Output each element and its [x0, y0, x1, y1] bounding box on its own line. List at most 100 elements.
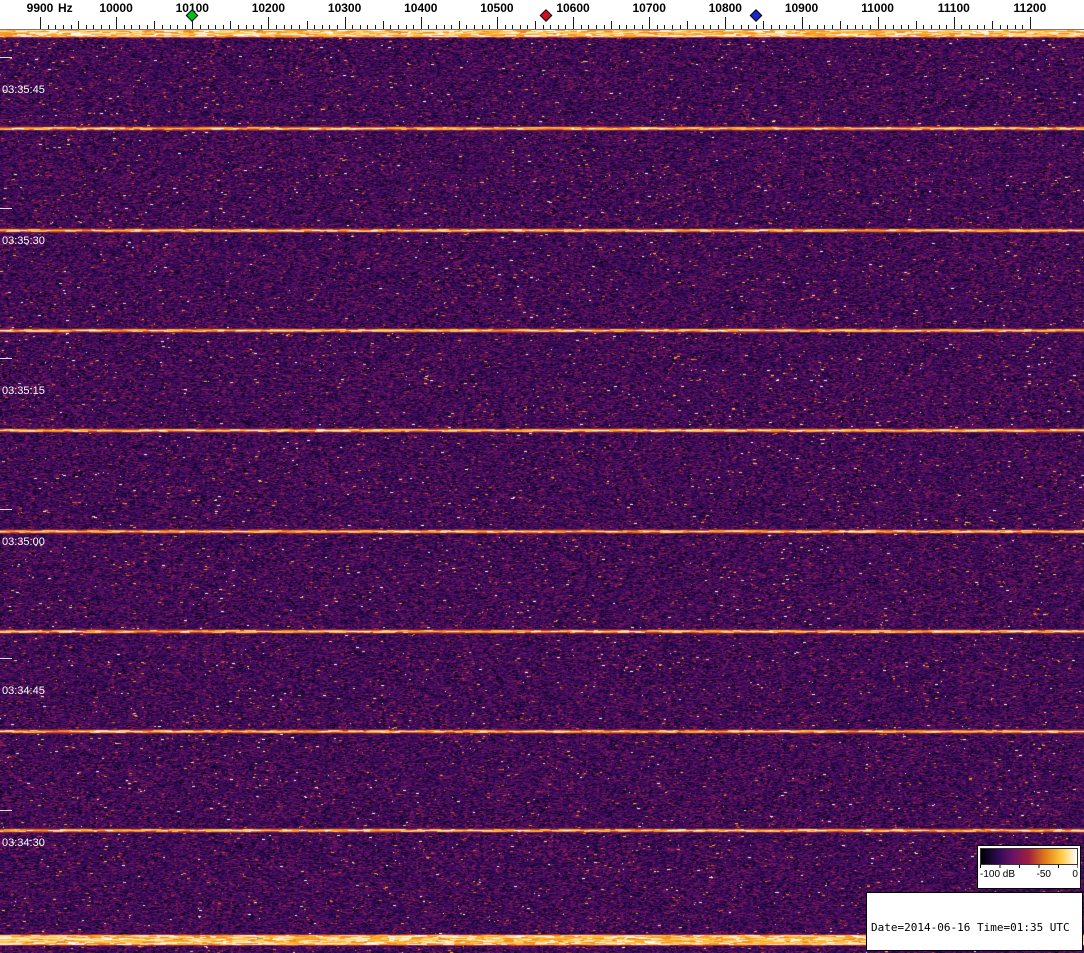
ruler-tick: [223, 25, 224, 29]
ruler-tick: [657, 25, 658, 29]
ruler-tick: [817, 25, 818, 29]
ruler-tick: [451, 25, 452, 29]
freq-label: 11100: [938, 1, 970, 15]
ruler-tick: [550, 25, 551, 29]
red-diamond-marker-icon[interactable]: [540, 9, 553, 22]
legend-label-mid: -50: [1037, 869, 1051, 880]
ruler-tick: [436, 25, 437, 29]
legend-label-max: 0: [1072, 869, 1078, 880]
ruler-tick: [177, 25, 178, 29]
ruler-tick: [299, 25, 300, 29]
freq-label: 10400: [404, 1, 437, 15]
ruler-tick: [794, 25, 795, 29]
ruler-tick: [543, 25, 544, 29]
ruler-tick: [185, 25, 186, 29]
frequency-ruler[interactable]: 9900 10000 10100 10200 10300 10400 10500 10600 1…: [0, 0, 1084, 30]
freq-label: 10800: [709, 1, 742, 15]
ruler-tick: [870, 25, 871, 29]
ruler-tick: [626, 25, 627, 29]
ruler-tick: [413, 25, 414, 29]
time-label: 03:35:15: [2, 385, 45, 397]
waterfall-display[interactable]: [0, 30, 1084, 953]
ruler-tick: [322, 25, 323, 29]
legend-label-min: -100 dB: [980, 869, 1015, 880]
ruler-tick: [619, 25, 620, 29]
ruler-tick: [961, 25, 962, 29]
info-date-line: Date=2014-06-16 Time=01:35 UTC: [871, 921, 1078, 934]
ruler-tick: [1007, 25, 1008, 29]
ruler-tick: [48, 25, 49, 29]
ruler-tick: [101, 25, 102, 29]
ruler-tick: [276, 25, 277, 29]
ruler-tick: [78, 21, 79, 29]
spectrum-waterfall-app: 9900 10000 10100 10200 10300 10400 10500 10600 1…: [0, 0, 1084, 953]
ruler-tick: [124, 25, 125, 29]
ruler-tick: [147, 25, 148, 29]
time-label: 03:35:45: [2, 84, 45, 96]
ruler-tick: [55, 25, 56, 29]
ruler-tick: [230, 21, 231, 29]
ruler-tick: [984, 25, 985, 29]
ruler-tick: [786, 25, 787, 29]
ruler-tick: [459, 21, 460, 29]
color-scale-gradient: [980, 848, 1078, 865]
ruler-tick: [482, 25, 483, 29]
freq-label: 10600: [556, 1, 589, 15]
ruler-tick: [847, 25, 848, 29]
time-label: 03:34:30: [2, 837, 45, 849]
freq-label: 10900: [785, 1, 818, 15]
ruler-tick: [855, 25, 856, 29]
ruler-tick: [93, 25, 94, 29]
ruler-tick: [992, 21, 993, 29]
ruler-tick: [390, 25, 391, 29]
freq-label: 10300: [328, 1, 361, 15]
ruler-tick: [131, 25, 132, 29]
ruler-tick: [116, 17, 117, 29]
ruler-tick: [284, 25, 285, 29]
ruler-tick: [40, 17, 41, 29]
ruler-tick: [710, 25, 711, 29]
ruler-tick: [840, 21, 841, 29]
ruler-tick: [893, 25, 894, 29]
ruler-tick: [946, 25, 947, 29]
ruler-tick: [170, 25, 171, 29]
ruler-tick: [1000, 25, 1001, 29]
ruler-tick: [109, 25, 110, 29]
ruler-tick: [725, 17, 726, 29]
time-tick: [0, 658, 12, 659]
freq-label: 10700: [633, 1, 666, 15]
ruler-tick: [505, 25, 506, 29]
ruler-tick: [672, 25, 673, 29]
ruler-tick: [809, 25, 810, 29]
ruler-tick: [345, 17, 346, 29]
ruler-tick: [360, 25, 361, 29]
ruler-tick: [375, 25, 376, 29]
ruler-tick: [200, 25, 201, 29]
ruler-tick: [86, 25, 87, 29]
ruler-tick: [337, 25, 338, 29]
ruler-tick: [268, 17, 269, 29]
ruler-tick: [756, 25, 757, 29]
ruler-tick: [802, 17, 803, 29]
blue-diamond-marker-icon[interactable]: [749, 9, 762, 22]
ruler-tick: [466, 25, 467, 29]
time-tick: [0, 509, 12, 510]
ruler-tick: [687, 21, 688, 29]
freq-unit-label: Hz: [58, 1, 73, 15]
ruler-tick: [703, 25, 704, 29]
ruler-tick: [444, 25, 445, 29]
ruler-tick: [931, 25, 932, 29]
ruler-tick: [329, 25, 330, 29]
ruler-tick: [969, 25, 970, 29]
ruler-tick: [954, 17, 955, 29]
freq-label: 10200: [252, 1, 285, 15]
ruler-tick: [428, 25, 429, 29]
ruler-tick: [664, 25, 665, 29]
ruler-tick: [771, 25, 772, 29]
ruler-tick: [718, 25, 719, 29]
ruler-tick: [352, 25, 353, 29]
ruler-tick: [695, 25, 696, 29]
ruler-tick: [246, 25, 247, 29]
ruler-tick: [291, 25, 292, 29]
freq-label: 11200: [1014, 1, 1047, 15]
